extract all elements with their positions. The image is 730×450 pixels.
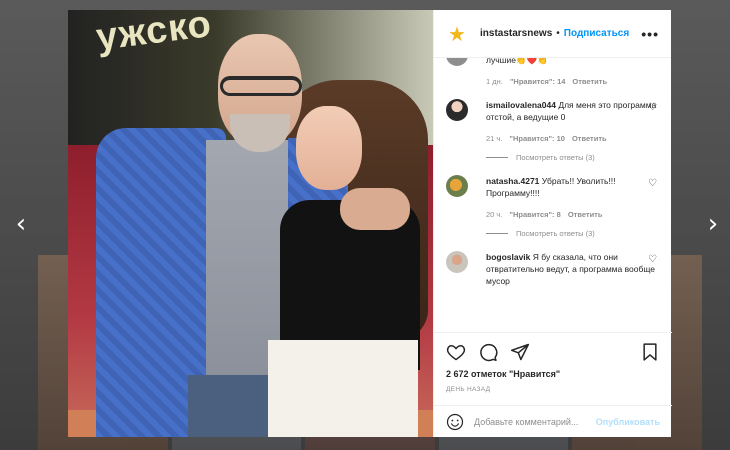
comment-body: ismailovalena044 Для меня это программа … [486,99,660,123]
post-header: ★ instastarsnews • Подписаться ••• [434,10,671,58]
share-send-icon[interactable] [510,342,530,362]
previous-post-button[interactable]: ‹ [10,210,32,238]
comment-text: лучшие👏❤️👏 [486,58,548,65]
comments-list[interactable]: лучшие👏❤️👏 1 дн. "Нравится": 14 Ответить… [434,58,672,332]
comment-time: 21 ч. [486,134,503,143]
publish-button[interactable]: Опубликовать [596,417,660,427]
post-photo[interactable]: ужско [68,10,433,437]
commenter-avatar[interactable] [446,175,468,197]
man-glasses [220,76,302,96]
account-username[interactable]: instastarsnews [480,28,552,39]
bookmark-icon[interactable] [640,342,660,362]
replies-line [486,233,508,234]
follow-button[interactable]: Подписаться [564,28,629,39]
commenter-username[interactable]: natasha.4271 [486,176,539,186]
commenter-username[interactable]: ismailovalena044 [486,100,556,110]
post-actions: 2 672 отметок "Нравится" ДЕНЬ НАЗАД [434,332,672,393]
comment-body: natasha.4271 Убрать!! Уволить!!! Програм… [486,175,660,199]
comment-time: 1 дн. [486,77,503,86]
comment-item: natasha.4271 Убрать!! Уволить!!! Програм… [446,175,660,238]
view-replies-label: Посмотреть ответы (3) [516,153,595,162]
emoji-icon[interactable] [446,413,464,431]
next-post-button[interactable]: › [702,210,724,238]
post-timestamp: ДЕНЬ НАЗАД [446,386,491,393]
woman-skirt [268,340,418,437]
comment-body: bogoslavik Я бу сказала, что они отврати… [486,251,660,287]
comment-meta: 20 ч. "Нравится": 8 Ответить [486,210,660,219]
view-replies-label: Посмотреть ответы (3) [516,229,595,238]
comment-likes[interactable]: "Нравится": 10 [509,134,565,143]
like-heart-icon[interactable] [446,342,466,362]
reply-button[interactable]: Ответить [572,134,607,143]
comment-item: ismailovalena044 Для меня это программа … [446,99,660,162]
comment-time: 20 ч. [486,210,503,219]
comment-item: bogoslavik Я бу сказала, что они отврати… [446,251,660,287]
account-avatar-star-icon[interactable]: ★ [446,22,468,46]
like-comment-heart-icon[interactable]: ♡ [648,178,660,190]
post-sidebar: ★ instastarsnews • Подписаться ••• лучши… [433,10,672,437]
comment-meta: 1 дн. "Нравится": 14 Ответить [446,77,660,86]
commenter-username[interactable]: bogoslavik [486,252,530,262]
add-comment-bar: Опубликовать [434,405,672,437]
reply-button[interactable]: Ответить [572,77,607,86]
replies-line [486,157,508,158]
like-comment-heart-icon[interactable]: ♡ [648,102,660,114]
woman-face [296,106,362,190]
view-replies-button[interactable]: Посмотреть ответы (3) [486,229,660,238]
commenter-avatar[interactable] [446,99,468,121]
man-hand [340,188,410,230]
header-separator: • [556,28,560,39]
like-comment-heart-icon[interactable]: ♡ [648,254,660,266]
comment-meta: 21 ч. "Нравится": 10 Ответить [486,134,660,143]
reply-button[interactable]: Ответить [568,210,603,219]
more-options-icon[interactable]: ••• [641,26,659,42]
likes-count[interactable]: 2 672 отметок "Нравится" [446,369,660,379]
post-modal: ужско ★ instastarsnews • Подписаться •••… [68,10,672,437]
action-buttons [446,341,660,363]
comment-item: лучшие👏❤️👏 1 дн. "Нравится": 14 Ответить [446,58,660,86]
comment-input[interactable] [474,416,596,427]
view-replies-button[interactable]: Посмотреть ответы (3) [486,153,660,162]
comment-bubble-icon[interactable] [478,342,498,362]
comment-likes[interactable]: "Нравится": 14 [510,77,566,86]
commenter-avatar[interactable] [446,251,468,273]
comment-likes[interactable]: "Нравится": 8 [509,210,560,219]
